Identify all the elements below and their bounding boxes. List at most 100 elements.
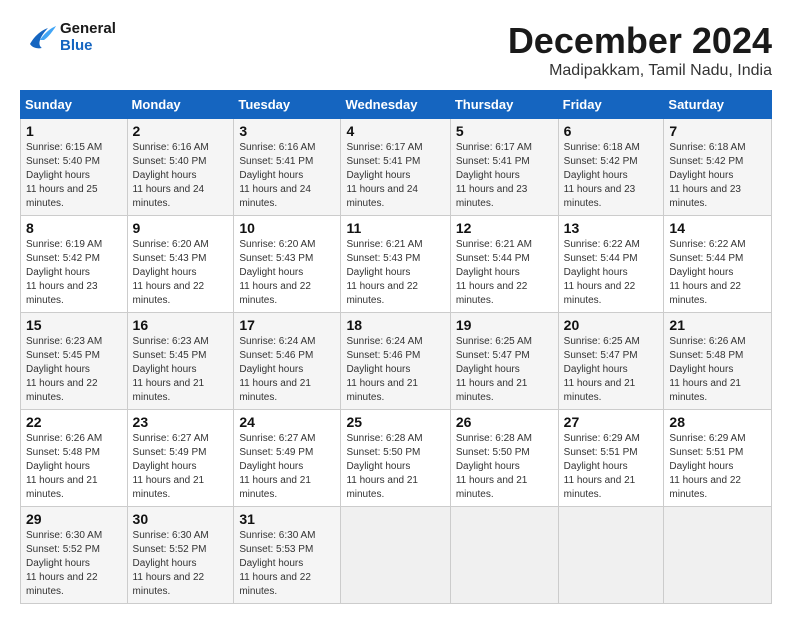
header-row: Sunday Monday Tuesday Wednesday Thursday… <box>21 91 772 119</box>
calendar-cell <box>558 507 664 604</box>
calendar-cell: 14 Sunrise: 6:22 AM Sunset: 5:44 PM Dayl… <box>664 216 772 313</box>
calendar-cell: 7 Sunrise: 6:18 AM Sunset: 5:42 PM Dayli… <box>664 119 772 216</box>
day-number: 29 <box>26 511 122 527</box>
calendar-cell: 15 Sunrise: 6:23 AM Sunset: 5:45 PM Dayl… <box>21 313 128 410</box>
col-thursday: Thursday <box>450 91 558 119</box>
day-detail: Sunrise: 6:19 AM Sunset: 5:42 PM Dayligh… <box>26 238 122 308</box>
day-number: 3 <box>239 123 335 139</box>
day-number: 12 <box>456 220 553 236</box>
day-detail: Sunrise: 6:30 AM Sunset: 5:52 PM Dayligh… <box>133 529 229 599</box>
day-detail: Sunrise: 6:22 AM Sunset: 5:44 PM Dayligh… <box>564 238 659 308</box>
day-number: 22 <box>26 414 122 430</box>
calendar-cell: 17 Sunrise: 6:24 AM Sunset: 5:46 PM Dayl… <box>234 313 341 410</box>
day-number: 2 <box>133 123 229 139</box>
day-detail: Sunrise: 6:18 AM Sunset: 5:42 PM Dayligh… <box>669 141 766 211</box>
calendar-cell: 5 Sunrise: 6:17 AM Sunset: 5:41 PM Dayli… <box>450 119 558 216</box>
calendar-cell: 16 Sunrise: 6:23 AM Sunset: 5:45 PM Dayl… <box>127 313 234 410</box>
calendar-cell: 18 Sunrise: 6:24 AM Sunset: 5:46 PM Dayl… <box>341 313 450 410</box>
day-detail: Sunrise: 6:25 AM Sunset: 5:47 PM Dayligh… <box>456 335 553 405</box>
day-number: 6 <box>564 123 659 139</box>
month-title: December 2024 <box>508 20 772 62</box>
day-detail: Sunrise: 6:23 AM Sunset: 5:45 PM Dayligh… <box>133 335 229 405</box>
day-number: 1 <box>26 123 122 139</box>
day-detail: Sunrise: 6:15 AM Sunset: 5:40 PM Dayligh… <box>26 141 122 211</box>
calendar-row: 22 Sunrise: 6:26 AM Sunset: 5:48 PM Dayl… <box>21 410 772 507</box>
day-number: 23 <box>133 414 229 430</box>
day-detail: Sunrise: 6:28 AM Sunset: 5:50 PM Dayligh… <box>456 432 553 502</box>
calendar-row: 8 Sunrise: 6:19 AM Sunset: 5:42 PM Dayli… <box>21 216 772 313</box>
logo-text: General Blue <box>60 20 116 54</box>
logo: General Blue <box>20 20 116 54</box>
day-number: 7 <box>669 123 766 139</box>
day-detail: Sunrise: 6:24 AM Sunset: 5:46 PM Dayligh… <box>346 335 444 405</box>
calendar-cell: 29 Sunrise: 6:30 AM Sunset: 5:52 PM Dayl… <box>21 507 128 604</box>
col-tuesday: Tuesday <box>234 91 341 119</box>
day-detail: Sunrise: 6:26 AM Sunset: 5:48 PM Dayligh… <box>669 335 766 405</box>
calendar-cell: 13 Sunrise: 6:22 AM Sunset: 5:44 PM Dayl… <box>558 216 664 313</box>
day-number: 13 <box>564 220 659 236</box>
calendar-cell: 4 Sunrise: 6:17 AM Sunset: 5:41 PM Dayli… <box>341 119 450 216</box>
calendar-cell: 9 Sunrise: 6:20 AM Sunset: 5:43 PM Dayli… <box>127 216 234 313</box>
calendar-row: 15 Sunrise: 6:23 AM Sunset: 5:45 PM Dayl… <box>21 313 772 410</box>
day-number: 28 <box>669 414 766 430</box>
col-friday: Friday <box>558 91 664 119</box>
calendar-cell: 19 Sunrise: 6:25 AM Sunset: 5:47 PM Dayl… <box>450 313 558 410</box>
calendar-cell <box>664 507 772 604</box>
day-number: 20 <box>564 317 659 333</box>
calendar-cell <box>450 507 558 604</box>
calendar-cell: 30 Sunrise: 6:30 AM Sunset: 5:52 PM Dayl… <box>127 507 234 604</box>
location-subtitle: Madipakkam, Tamil Nadu, India <box>508 62 772 80</box>
day-number: 4 <box>346 123 444 139</box>
calendar-cell: 3 Sunrise: 6:16 AM Sunset: 5:41 PM Dayli… <box>234 119 341 216</box>
day-number: 15 <box>26 317 122 333</box>
day-number: 24 <box>239 414 335 430</box>
calendar-row: 29 Sunrise: 6:30 AM Sunset: 5:52 PM Dayl… <box>21 507 772 604</box>
day-detail: Sunrise: 6:21 AM Sunset: 5:44 PM Dayligh… <box>456 238 553 308</box>
calendar-cell: 28 Sunrise: 6:29 AM Sunset: 5:51 PM Dayl… <box>664 410 772 507</box>
day-number: 11 <box>346 220 444 236</box>
day-detail: Sunrise: 6:23 AM Sunset: 5:45 PM Dayligh… <box>26 335 122 405</box>
calendar-cell: 31 Sunrise: 6:30 AM Sunset: 5:53 PM Dayl… <box>234 507 341 604</box>
calendar-cell <box>341 507 450 604</box>
day-detail: Sunrise: 6:17 AM Sunset: 5:41 PM Dayligh… <box>346 141 444 211</box>
day-detail: Sunrise: 6:16 AM Sunset: 5:41 PM Dayligh… <box>239 141 335 211</box>
calendar-cell: 6 Sunrise: 6:18 AM Sunset: 5:42 PM Dayli… <box>558 119 664 216</box>
day-number: 31 <box>239 511 335 527</box>
day-detail: Sunrise: 6:17 AM Sunset: 5:41 PM Dayligh… <box>456 141 553 211</box>
day-detail: Sunrise: 6:25 AM Sunset: 5:47 PM Dayligh… <box>564 335 659 405</box>
day-number: 16 <box>133 317 229 333</box>
calendar-cell: 10 Sunrise: 6:20 AM Sunset: 5:43 PM Dayl… <box>234 216 341 313</box>
day-detail: Sunrise: 6:27 AM Sunset: 5:49 PM Dayligh… <box>133 432 229 502</box>
day-detail: Sunrise: 6:22 AM Sunset: 5:44 PM Dayligh… <box>669 238 766 308</box>
col-sunday: Sunday <box>21 91 128 119</box>
day-number: 26 <box>456 414 553 430</box>
page-header: General Blue December 2024 Madipakkam, T… <box>20 20 772 80</box>
day-number: 14 <box>669 220 766 236</box>
day-detail: Sunrise: 6:18 AM Sunset: 5:42 PM Dayligh… <box>564 141 659 211</box>
day-detail: Sunrise: 6:20 AM Sunset: 5:43 PM Dayligh… <box>239 238 335 308</box>
day-number: 21 <box>669 317 766 333</box>
calendar-cell: 2 Sunrise: 6:16 AM Sunset: 5:40 PM Dayli… <box>127 119 234 216</box>
day-detail: Sunrise: 6:28 AM Sunset: 5:50 PM Dayligh… <box>346 432 444 502</box>
title-block: December 2024 Madipakkam, Tamil Nadu, In… <box>508 20 772 80</box>
day-detail: Sunrise: 6:26 AM Sunset: 5:48 PM Dayligh… <box>26 432 122 502</box>
calendar-cell: 1 Sunrise: 6:15 AM Sunset: 5:40 PM Dayli… <box>21 119 128 216</box>
calendar-cell: 12 Sunrise: 6:21 AM Sunset: 5:44 PM Dayl… <box>450 216 558 313</box>
calendar-cell: 11 Sunrise: 6:21 AM Sunset: 5:43 PM Dayl… <box>341 216 450 313</box>
col-saturday: Saturday <box>664 91 772 119</box>
calendar-cell: 25 Sunrise: 6:28 AM Sunset: 5:50 PM Dayl… <box>341 410 450 507</box>
col-wednesday: Wednesday <box>341 91 450 119</box>
calendar-cell: 24 Sunrise: 6:27 AM Sunset: 5:49 PM Dayl… <box>234 410 341 507</box>
calendar-cell: 23 Sunrise: 6:27 AM Sunset: 5:49 PM Dayl… <box>127 410 234 507</box>
calendar-cell: 27 Sunrise: 6:29 AM Sunset: 5:51 PM Dayl… <box>558 410 664 507</box>
day-number: 17 <box>239 317 335 333</box>
day-detail: Sunrise: 6:20 AM Sunset: 5:43 PM Dayligh… <box>133 238 229 308</box>
day-number: 10 <box>239 220 335 236</box>
calendar-row: 1 Sunrise: 6:15 AM Sunset: 5:40 PM Dayli… <box>21 119 772 216</box>
calendar-table: Sunday Monday Tuesday Wednesday Thursday… <box>20 90 772 604</box>
calendar-cell: 26 Sunrise: 6:28 AM Sunset: 5:50 PM Dayl… <box>450 410 558 507</box>
day-number: 30 <box>133 511 229 527</box>
day-detail: Sunrise: 6:24 AM Sunset: 5:46 PM Dayligh… <box>239 335 335 405</box>
day-number: 19 <box>456 317 553 333</box>
day-detail: Sunrise: 6:27 AM Sunset: 5:49 PM Dayligh… <box>239 432 335 502</box>
